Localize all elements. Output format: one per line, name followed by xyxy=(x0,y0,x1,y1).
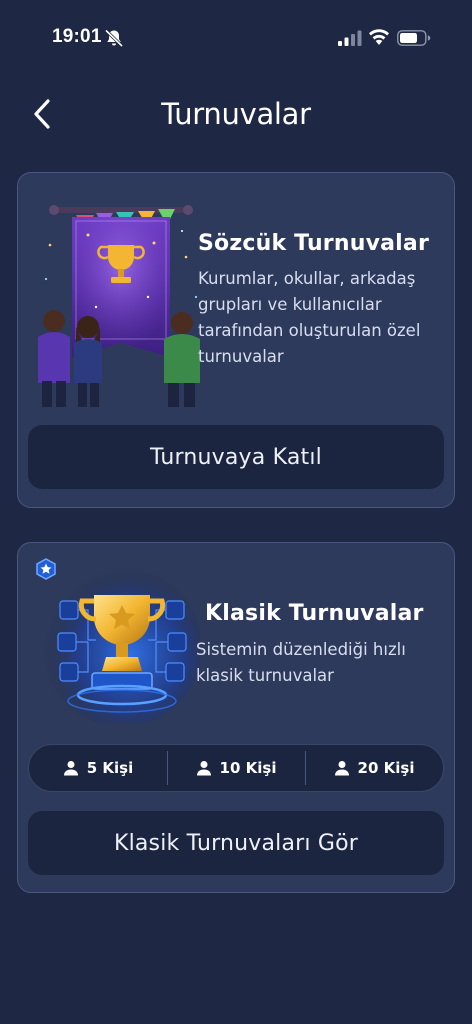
person-icon xyxy=(334,761,349,776)
player-count-5-option[interactable]: 5 Kişi xyxy=(29,745,167,791)
card-title: Sözcük Turnuvalar xyxy=(198,231,430,256)
player-count-selector: 5 Kişi 10 Kişi 20 Kişi xyxy=(28,744,444,792)
join-tournament-button[interactable]: Turnuvaya Katıl xyxy=(28,425,444,489)
trophy-illustration xyxy=(36,558,200,723)
wifi-icon xyxy=(369,29,389,45)
player-count-10-option[interactable]: 10 Kişi xyxy=(167,745,305,791)
view-classic-tournaments-button[interactable]: Klasik Turnuvaları Gör xyxy=(28,811,444,875)
card-description: Sistemin düzenlediği hızlı klasik turnuv… xyxy=(196,640,406,685)
tournaments-screen: 19:01 Turnuvalar Sözcük Turnuvalar Kurum… xyxy=(0,0,472,1024)
battery-icon xyxy=(397,30,431,46)
status-time: 19:01 xyxy=(52,26,102,47)
player-count-20-option[interactable]: 20 Kişi xyxy=(305,745,443,791)
card-description: Kurumlar, okullar, arkadaş grupları ve k… xyxy=(198,269,421,366)
player-count-label: 5 Kişi xyxy=(86,759,134,777)
person-icon xyxy=(63,761,78,776)
card-title: Klasik Turnuvalar xyxy=(205,601,424,626)
player-count-label: 10 Kişi xyxy=(219,759,277,777)
signal-icon xyxy=(338,30,362,46)
person-icon xyxy=(196,761,211,776)
classic-tournaments-card: Klasik Turnuvalar Sistemin düzenlediği h… xyxy=(17,542,455,893)
word-tournaments-card: Sözcük Turnuvalar Kurumlar, okullar, ark… xyxy=(17,172,455,508)
tournament-banner-illustration xyxy=(38,205,200,407)
status-bar: 19:01 xyxy=(0,0,472,76)
player-count-label: 20 Kişi xyxy=(357,759,415,777)
bell-off-icon xyxy=(104,29,124,47)
page-title: Turnuvalar xyxy=(161,97,311,131)
